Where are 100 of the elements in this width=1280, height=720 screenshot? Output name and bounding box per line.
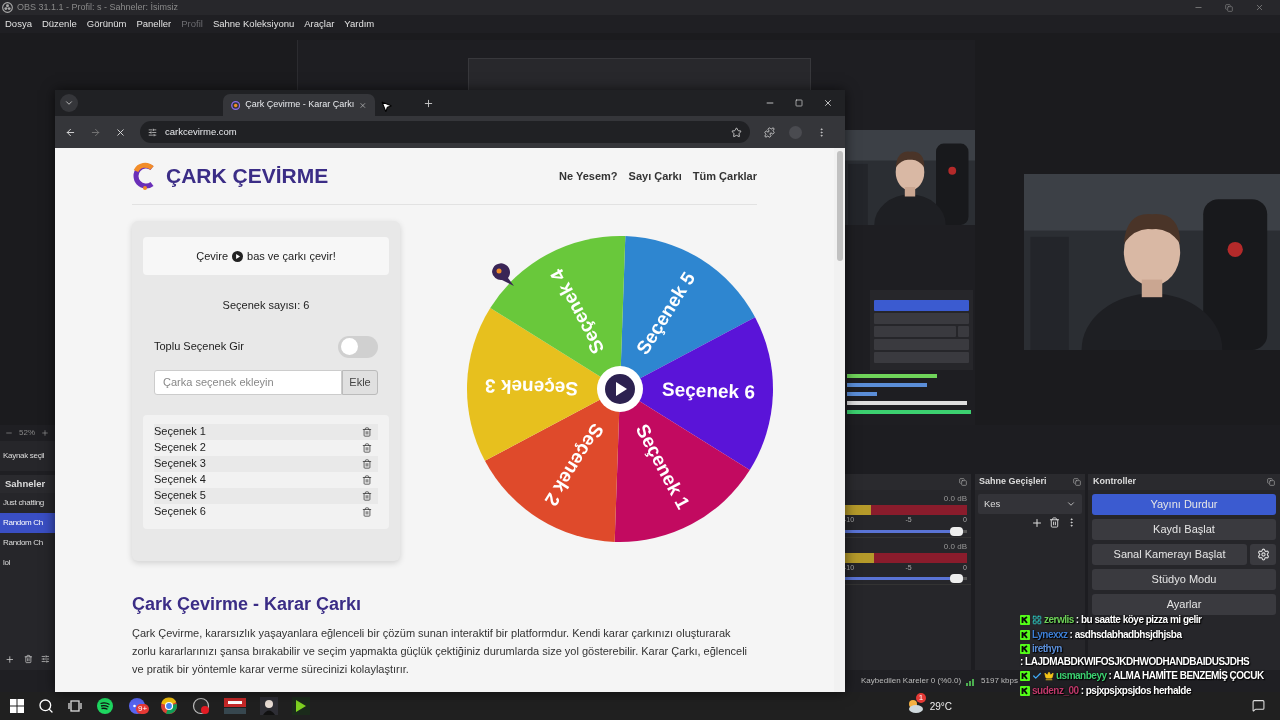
kick-badge-icon [1020,629,1030,640]
menu-item[interactable]: Görünüm [86,16,127,32]
media-app-icon[interactable] [292,697,310,715]
nav-link[interactable]: Sayı Çarkı [628,167,682,185]
address-bar[interactable]: carkcevirme.com [140,121,750,143]
signal-icon [966,676,977,686]
site-logo-text: ÇARK ÇEVİRME [166,163,329,190]
wheel-label: Seçenek 6 [661,378,756,403]
settings-button[interactable] [1250,544,1276,565]
scene-item[interactable]: Random Ch [0,513,55,533]
delete-icon[interactable] [1049,517,1060,528]
panel-title: Sahne Geçişleri [979,475,1047,489]
instruction-text: bas ve çarkı çevir! [247,248,336,264]
cursor-icon [380,100,393,113]
delete-icon[interactable] [362,426,372,437]
bitrate: 5197 kbps [981,675,1018,687]
extensions-icon[interactable] [764,126,775,138]
scene-item[interactable]: lol [0,553,55,573]
chat-username: sudenz_00 [1032,684,1079,697]
delete-icon[interactable] [362,458,372,469]
delete-icon[interactable] [362,506,372,517]
delete-icon[interactable] [362,442,372,453]
dropped-frames: Kaybedilen Kareler 0 (%0.0) [861,675,962,687]
maximize-icon[interactable] [795,99,803,107]
toggle-label: Toplu Seçenek Gir [154,339,244,355]
kick-badge-icon [1020,671,1030,682]
chat-message: : asdhsdabhadbhsjdhjsba [1069,628,1182,641]
wheel-label: Seçenek 3 [484,375,579,400]
mixer-app-icon[interactable] [224,698,246,714]
delete-icon[interactable] [362,490,372,501]
zoom-in-icon[interactable] [41,429,49,437]
new-tab-icon[interactable] [423,98,434,109]
menu-item[interactable]: Yardım [344,16,375,32]
window-title: OBS 31.1.1 - Profil: s - Sahneler: İsimsiz [17,0,179,14]
control-button[interactable]: Yayını Durdur [1092,494,1276,515]
source-hint: Kaynak seçil [3,450,45,462]
volume-slider[interactable] [844,577,967,580]
recorder-app-icon[interactable] [192,697,210,715]
music-app-icon[interactable] [96,697,114,715]
bookmark-icon[interactable] [731,126,742,138]
undock-icon[interactable] [959,478,967,486]
spin-button[interactable] [597,366,643,412]
forward-icon[interactable] [90,126,101,138]
chevron-icon [64,98,74,108]
close-tab-icon[interactable] [359,100,367,110]
browser-app-icon[interactable] [160,697,178,715]
volume-reading: 0.0 dB [943,493,967,505]
dropdown-icon [1066,499,1076,509]
nav-link[interactable]: Ne Yesem? [559,167,618,185]
control-button[interactable]: Ayarlar [1092,594,1276,615]
option-text: Seçenek 4 [154,472,206,488]
delete-icon[interactable] [362,474,372,485]
option-text: Seçenek 1 [154,424,206,440]
nav-link[interactable]: Tüm Çarklar [692,167,757,185]
start-icon[interactable] [10,699,24,713]
option-count: Seçenek sayısı: 6 [221,298,311,313]
undock-icon[interactable] [1073,478,1081,486]
add-button[interactable]: Ekle [342,369,378,395]
add-icon[interactable] [1031,517,1043,529]
slider-thumb[interactable] [950,526,964,536]
notification-badge: 9+ [136,704,150,714]
section-heading: Çark Çevirme - Karar Çarkı [132,593,363,616]
undock-icon[interactable] [1267,478,1275,486]
notifications-icon[interactable] [1252,699,1265,712]
menu-item[interactable]: Sahne Koleksiyonu [212,16,295,32]
bulk-toggle[interactable] [338,335,378,358]
avatar-app-icon[interactable] [260,697,278,715]
weather-badge: 1 [915,693,927,703]
delete-icon[interactable] [23,654,33,664]
check-badge-icon [1032,671,1042,682]
menu-item[interactable]: Düzenle [41,16,77,32]
menu-item[interactable]: Paneller [136,16,172,32]
task-view-icon[interactable] [68,699,82,713]
chat-message: : bu saatte köye pizza mi gelir [1075,614,1202,627]
crown-badge-icon [1044,671,1054,682]
scene-item[interactable]: Just chatting [0,493,55,513]
search-icon[interactable] [38,698,54,714]
settings-icon [1256,548,1270,561]
control-button[interactable]: Kaydı Başlat [1092,519,1276,540]
filter-icon[interactable] [41,654,50,664]
site-info-icon [148,127,157,137]
option-input[interactable]: Çarka seçenek ekleyin [154,369,342,395]
browser-tab[interactable]: Çark Çevirme - Karar Çarkı [223,94,375,116]
chat-username: irethyn [1032,643,1062,656]
scene-item[interactable]: Random Ch [0,533,55,553]
back-icon[interactable] [65,126,76,138]
menu-item[interactable]: Dosya [5,16,32,32]
volume-slider[interactable] [844,529,967,533]
stop-icon[interactable] [115,126,126,138]
volume-reading: 0.0 dB [943,540,967,553]
control-button[interactable]: Sanal Kamerayı Başlat [1092,544,1247,565]
instruction-text: Çevire [196,248,229,264]
url-text: carkcevirme.com [165,124,237,139]
transition-select[interactable]: Kes [978,494,1082,514]
slider-thumb[interactable] [950,574,964,583]
chat-message: : psjxpsjxpsjdos herhalde [1080,684,1191,697]
control-button[interactable]: Stüdyo Modu [1092,569,1276,590]
add-icon[interactable] [5,653,15,665]
menu-item[interactable]: Araçlar [304,16,335,32]
close-icon[interactable] [823,98,833,108]
